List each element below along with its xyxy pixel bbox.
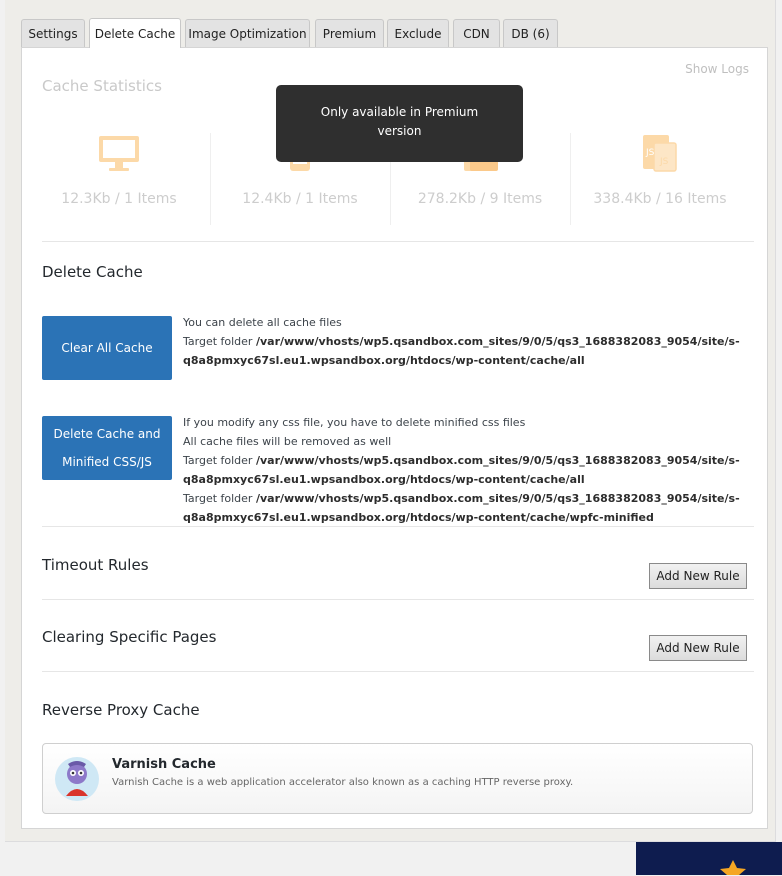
clear-all-target: Target folder /var/www/vhosts/wp5.qsandb… bbox=[183, 332, 743, 370]
section-divider bbox=[42, 599, 754, 600]
tab-settings[interactable]: Settings bbox=[21, 19, 85, 47]
clear-all-cache-label: Clear All Cache bbox=[61, 341, 153, 355]
clear-all-desc-text: You can delete all cache files bbox=[183, 316, 342, 329]
stat-css-value: 278.2Kb / 9 Items bbox=[417, 191, 543, 207]
svg-text:JS: JS bbox=[645, 148, 655, 158]
desktop-icon bbox=[99, 136, 139, 171]
minified-description: If you modify any css file, you have to … bbox=[183, 413, 743, 527]
target-folder-label: Target folder bbox=[183, 454, 253, 467]
varnish-description: Varnish Cache is a web application accel… bbox=[112, 777, 574, 788]
delete-cache-panel: Cache Statistics Show Logs 12.3Kb / 1 It… bbox=[21, 47, 768, 829]
target-folder-label: Target folder bbox=[183, 335, 253, 348]
minified-desc-1: If you modify any css file, you have to … bbox=[183, 416, 526, 429]
section-divider bbox=[42, 241, 754, 242]
varnish-cache-card[interactable]: Varnish Cache Varnish Cache is a web app… bbox=[42, 743, 753, 814]
stat-desktop: 12.3Kb / 1 Items bbox=[29, 133, 209, 225]
varnish-title: Varnish Cache bbox=[112, 757, 216, 772]
corner-widget[interactable] bbox=[636, 842, 782, 875]
clear-all-path: /var/www/vhosts/wp5.qsandbox.com_sites/9… bbox=[183, 335, 740, 367]
delete-minified-label: Delete Cache and Minified CSS/JS bbox=[53, 427, 161, 469]
timeout-add-rule-button[interactable]: Add New Rule bbox=[649, 563, 747, 589]
stat-js-value: 338.4Kb / 16 Items bbox=[593, 191, 727, 207]
cache-statistics-title: Cache Statistics bbox=[42, 77, 162, 95]
clearing-add-rule-button[interactable]: Add New Rule bbox=[649, 635, 747, 661]
minified-target-1: Target folder /var/www/vhosts/wp5.qsandb… bbox=[183, 451, 743, 489]
minified-path-2: /var/www/vhosts/wp5.qsandbox.com_sites/9… bbox=[183, 492, 740, 524]
tab-premium[interactable]: Premium bbox=[315, 19, 384, 47]
section-divider bbox=[42, 671, 754, 672]
stat-desktop-value: 12.3Kb / 1 Items bbox=[61, 191, 177, 207]
star-icon bbox=[720, 860, 746, 875]
clear-all-cache-button[interactable]: Clear All Cache bbox=[42, 316, 172, 380]
target-folder-label: Target folder bbox=[183, 492, 253, 505]
stat-mobile-value: 12.4Kb / 1 Items bbox=[242, 191, 358, 207]
varnish-logo-icon bbox=[55, 757, 99, 801]
tab-cdn[interactable]: CDN bbox=[453, 19, 500, 47]
reverse-proxy-title: Reverse Proxy Cache bbox=[42, 701, 200, 719]
tab-delete-cache[interactable]: Delete Cache bbox=[89, 18, 181, 48]
delete-minified-button[interactable]: Delete Cache and Minified CSS/JS bbox=[42, 416, 172, 480]
svg-text:JS: JS bbox=[659, 157, 669, 167]
minified-path-1: /var/www/vhosts/wp5.qsandbox.com_sites/9… bbox=[183, 454, 740, 486]
tab-image-optimization[interactable]: Image Optimization bbox=[185, 19, 310, 47]
minified-target-2: Target folder /var/www/vhosts/wp5.qsandb… bbox=[183, 489, 743, 527]
section-divider bbox=[42, 526, 754, 527]
delete-cache-title: Delete Cache bbox=[42, 263, 143, 281]
minified-desc-2: All cache files will be removed as well bbox=[183, 435, 392, 448]
stat-js: JS JS 338.4Kb / 16 Items bbox=[570, 133, 750, 225]
clearing-pages-title: Clearing Specific Pages bbox=[42, 628, 217, 646]
premium-tooltip: Only available in Premium version bbox=[276, 85, 523, 162]
js-file-icon: JS JS bbox=[643, 135, 677, 172]
timeout-rules-title: Timeout Rules bbox=[42, 556, 149, 574]
tab-db[interactable]: DB (6) bbox=[503, 19, 558, 47]
settings-wrapper: Settings Delete Cache Image Optimization… bbox=[5, 0, 776, 842]
show-logs-link[interactable]: Show Logs bbox=[685, 62, 749, 76]
tab-exclude[interactable]: Exclude bbox=[387, 19, 449, 47]
clear-all-description: You can delete all cache files Target fo… bbox=[183, 313, 743, 370]
